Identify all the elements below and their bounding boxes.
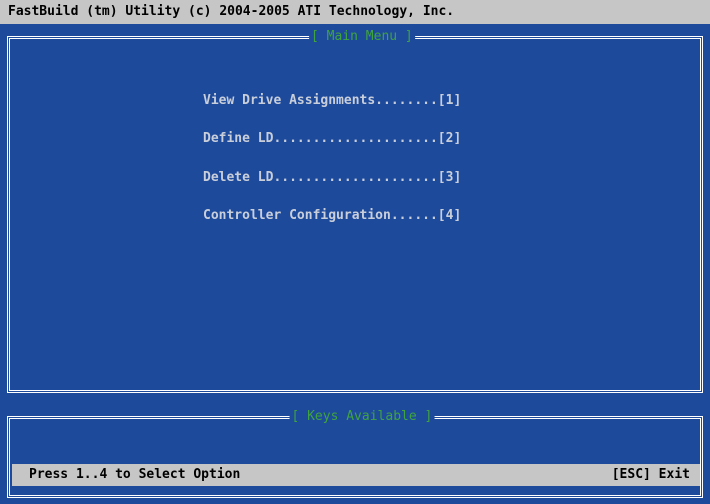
menu-item-delete-ld[interactable]: Delete LD.....................[3] bbox=[203, 170, 461, 185]
keys-available-title: [ Keys Available ] bbox=[289, 409, 435, 425]
main-menu-title: [ Main Menu ] bbox=[309, 29, 415, 45]
select-option-hint: Press 1..4 to Select Option bbox=[29, 467, 241, 482]
menu-item-view-drive-assignments[interactable]: View Drive Assignments........[1] bbox=[203, 93, 461, 108]
esc-exit-hint[interactable]: [ESC] Exit bbox=[612, 464, 690, 486]
menu-item-controller-configuration[interactable]: Controller Configuration......[4] bbox=[203, 208, 461, 223]
title-bar: FastBuild (tm) Utility (c) 2004-2005 ATI… bbox=[0, 0, 710, 24]
status-bar: Press 1..4 to Select Option [ESC] Exit bbox=[12, 464, 700, 486]
menu-item-define-ld[interactable]: Define LD.....................[2] bbox=[203, 131, 461, 146]
